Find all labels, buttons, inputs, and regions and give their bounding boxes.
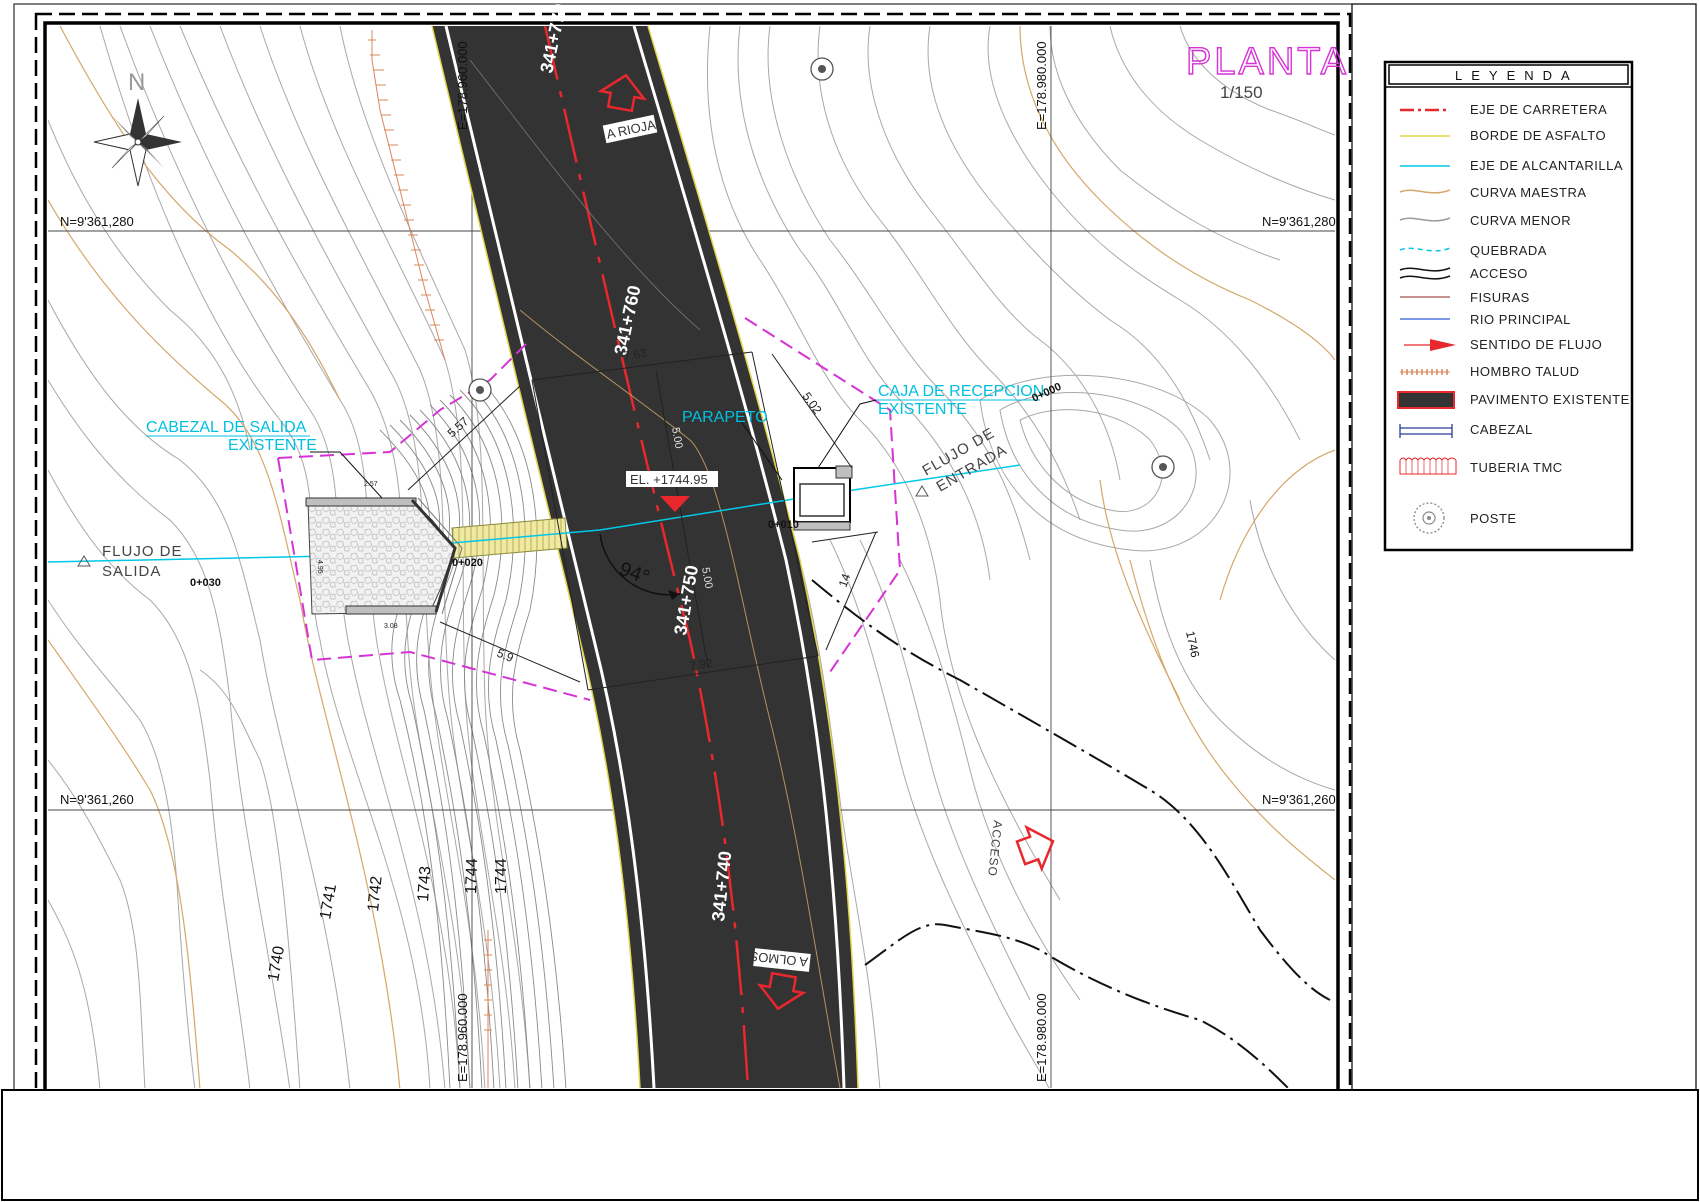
legend-title: LEYENDA <box>1455 68 1579 83</box>
contour-1744-b: 1744 <box>493 858 510 894</box>
label-parapeto: PARAPETO <box>682 409 768 426</box>
contour-1744-a: 1744 <box>463 858 481 894</box>
major-contours-right <box>1019 26 1335 881</box>
inlet-box <box>793 465 853 531</box>
legend-item-eje-alcantarilla: EJE DE ALCANTARILLA <box>1470 158 1623 173</box>
legend-item-cabezal: CABEZAL <box>1470 422 1533 437</box>
grid-east-right-bottom: E=178.980.000 <box>1034 993 1049 1082</box>
outlet-headwall <box>305 497 463 615</box>
dim-14: 14 <box>836 571 854 589</box>
legend-item-sentido-flujo: SENTIDO DE FLUJO <box>1470 337 1602 352</box>
label-cabezal-salida-existente: EXISTENTE <box>228 437 317 454</box>
dim-5-9: 5.9 <box>495 646 516 665</box>
dim-3-08: 3.08 <box>384 623 398 630</box>
plan-title: PLANTA <box>1186 41 1349 83</box>
grid-north-top-right: N=9'361,280 <box>1262 214 1336 229</box>
grid-east-right-top: E=178.980.000 <box>1034 41 1049 130</box>
legend-item-poste: POSTE <box>1470 511 1517 526</box>
legend-item-fisuras: FISURAS <box>1470 290 1530 305</box>
dim-small-top: 2.57 <box>364 481 378 488</box>
contour-1746: 1746 <box>1183 630 1202 659</box>
contour-1740: 1740 <box>265 945 288 983</box>
legend-item-curva-maestra: CURVA MAESTRA <box>1470 185 1587 200</box>
north-arrow-icon <box>93 98 182 187</box>
legend: LEYENDA EJE DE CARRETERA BORDE DE ASFALT… <box>1383 60 1634 552</box>
grid-north-bottom-right: N=9'361,260 <box>1262 792 1336 807</box>
black-fill-icon <box>1397 391 1455 409</box>
dim-5-02: 5.02 <box>800 390 825 417</box>
label-caja-recepcion-existente: EXISTENTE <box>878 401 967 418</box>
legend-item-borde-asfalto: BORDE DE ASFALTO <box>1470 128 1606 143</box>
dense-contours-outlet <box>379 379 567 1088</box>
legend-item-pavimento-existente: PAVIMENTO EXISTENTE <box>1470 392 1630 407</box>
north-label: N <box>128 69 145 96</box>
drawing-sheet: N PLANTA 1/150 N=9'361,280 N=9'361,280 N… <box>1 2 1699 1201</box>
grid-east-left-top: E=178.960.000 <box>455 41 470 130</box>
label-elevation: EL. +1744.95 <box>630 472 708 487</box>
prog-0-030: 0+030 <box>190 577 221 589</box>
legend-item-tuberia-tmc: TUBERIA TMC <box>1470 460 1563 475</box>
legend-item-quebrada: QUEBRADA <box>1470 243 1547 258</box>
contour-1743: 1743 <box>415 865 434 902</box>
legend-item-acceso: ACCESO <box>1470 266 1528 281</box>
road-pavement <box>432 26 858 1088</box>
dim-small-side: 4.95 <box>316 560 323 574</box>
pole-icon <box>1413 502 1445 534</box>
contour-1741: 1741 <box>317 883 340 921</box>
grid-north-bottom-left: N=9'361,260 <box>60 792 134 807</box>
legend-item-hombro-talud: HOMBRO TALUD <box>1470 364 1580 379</box>
grid-north-top-left: N=9'361,280 <box>60 214 134 229</box>
label-flujo-salida: FLUJO DE <box>102 543 183 560</box>
legend-item-curva-menor: CURVA MENOR <box>1470 213 1571 228</box>
legend-item-rio-principal: RIO PRINCIPAL <box>1470 312 1571 327</box>
title-block <box>1 1089 1699 1201</box>
legend-item-eje-carretera: EJE DE CARRETERA <box>1470 102 1607 117</box>
map-area <box>48 26 1335 1088</box>
access-road <box>811 579 1331 1088</box>
grid-east-left-bottom: E=178.960.000 <box>455 993 470 1082</box>
prog-0-010: 0+010 <box>768 519 799 531</box>
label-flujo-salida-2: SALIDA <box>102 563 161 580</box>
plan-scale: 1/150 <box>1220 83 1263 102</box>
contour-1742: 1742 <box>365 875 386 912</box>
label-caja-recepcion: CAJA DE RECEPCION <box>878 383 1044 400</box>
label-cabezal-salida: CABEZAL DE SALIDA <box>146 419 307 436</box>
prog-0-020: 0+020 <box>452 557 483 569</box>
